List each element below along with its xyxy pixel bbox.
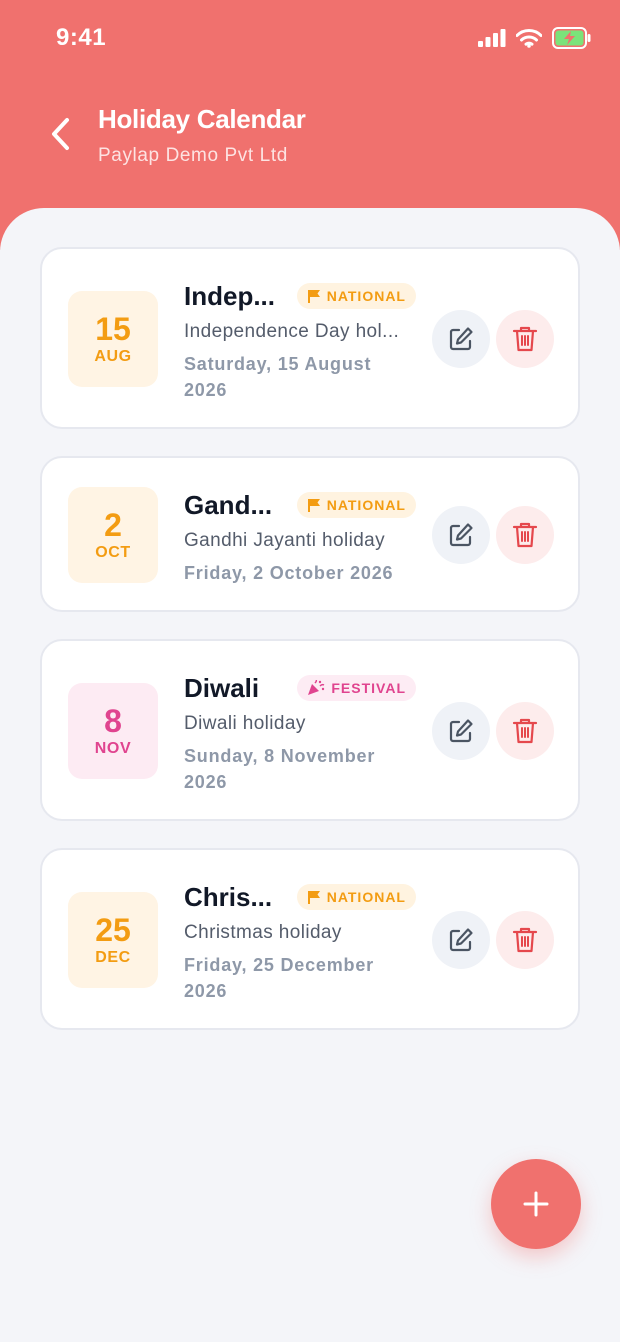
edit-button[interactable]: [432, 702, 490, 760]
flag-icon: [307, 290, 320, 303]
holiday-card[interactable]: 15 AUG Indep... NATIONAL Independence Da…: [40, 247, 580, 429]
plus-icon: [523, 1191, 549, 1217]
holiday-description: Gandhi Jayanti holiday: [184, 530, 386, 551]
holiday-description: Diwali holiday: [184, 713, 306, 734]
holiday-description: Christmas holiday: [184, 922, 342, 943]
type-badge-label: NATIONAL: [326, 889, 406, 905]
delete-button[interactable]: [496, 506, 554, 564]
chevron-left-icon: [52, 118, 69, 150]
type-badge-label: FESTIVAL: [331, 680, 406, 696]
delete-button[interactable]: [496, 911, 554, 969]
wifi-icon: [516, 28, 542, 48]
holiday-date: Saturday, 15 August 2026: [184, 351, 420, 403]
flag-icon: [307, 499, 320, 512]
date-day: 2: [104, 507, 122, 543]
status-bar: 9:41: [0, 0, 620, 80]
date-day: 8: [104, 703, 122, 739]
date-month: DEC: [95, 949, 131, 966]
battery-charging-icon: [552, 27, 592, 49]
type-badge: FESTIVAL: [297, 675, 416, 701]
holiday-name: Chris...: [184, 882, 273, 912]
edit-button[interactable]: [432, 310, 490, 368]
trash-icon: [512, 522, 538, 548]
edit-icon: [449, 523, 473, 547]
status-time: 9:41: [56, 24, 107, 51]
status-icons: [478, 27, 592, 49]
holiday-date-year: 2026: [184, 380, 228, 400]
edit-button[interactable]: [432, 911, 490, 969]
date-box: 8 NOV: [68, 683, 158, 779]
date-day: 25: [95, 912, 131, 948]
date-month: OCT: [95, 544, 131, 561]
date-box: 15 AUG: [68, 291, 158, 387]
date-box: 2 OCT: [68, 487, 158, 583]
holiday-calendar-screen: 9:41 Holiday Calendar Paylap Demo Pvt Lt…: [0, 0, 620, 1342]
holiday-name: Diwali: [184, 673, 260, 703]
trash-icon: [512, 326, 538, 352]
date-month: NOV: [94, 740, 132, 757]
holiday-date-year: 2026: [184, 772, 228, 792]
holiday-description: Independence Day hol...: [184, 321, 400, 342]
back-button[interactable]: [36, 110, 84, 158]
company-name: Paylap Demo Pvt Ltd: [98, 145, 288, 166]
flag-icon: [307, 891, 320, 904]
type-badge-label: NATIONAL: [326, 497, 406, 513]
add-holiday-button[interactable]: [491, 1159, 581, 1249]
page-title: Holiday Calendar: [98, 104, 306, 134]
edit-icon: [449, 719, 473, 743]
holiday-card[interactable]: 25 DEC Chris... NATIONAL Christmas holid…: [40, 848, 580, 1030]
date-month: AUG: [94, 348, 132, 365]
holiday-date: Friday, 2 October 2026: [184, 560, 420, 586]
cellular-signal-icon: [478, 29, 506, 47]
holiday-date-line: Saturday, 15 August: [184, 354, 372, 374]
trash-icon: [512, 927, 538, 953]
type-badge-label: NATIONAL: [326, 288, 406, 304]
holiday-date-line: Sunday, 8 November: [184, 746, 376, 766]
edit-button[interactable]: [432, 506, 490, 564]
edit-icon: [449, 327, 473, 351]
trash-icon: [512, 718, 538, 744]
party-popper-icon: [308, 680, 325, 695]
holiday-date: Friday, 25 December 2026: [184, 952, 420, 1004]
type-badge: NATIONAL: [296, 492, 416, 518]
date-box: 25 DEC: [68, 892, 158, 988]
edit-icon: [449, 928, 473, 952]
holiday-card[interactable]: 2 OCT Gand... NATIONAL Gandhi Jayanti ho…: [40, 456, 580, 612]
holiday-card[interactable]: 8 NOV Diwali FESTIVAL Diwali holiday Sun…: [40, 639, 580, 821]
date-day: 15: [95, 311, 131, 347]
holiday-date: Sunday, 8 November 2026: [184, 743, 420, 795]
holiday-name: Gand...: [184, 490, 273, 520]
holiday-date-line: Friday, 2 October 2026: [184, 563, 394, 583]
type-badge: NATIONAL: [296, 884, 416, 910]
type-badge: NATIONAL: [296, 283, 416, 309]
delete-button[interactable]: [496, 310, 554, 368]
delete-button[interactable]: [496, 702, 554, 760]
holiday-date-year: 2026: [184, 981, 228, 1001]
holiday-date-line: Friday, 25 December: [184, 955, 374, 975]
holiday-name: Indep...: [184, 281, 275, 311]
